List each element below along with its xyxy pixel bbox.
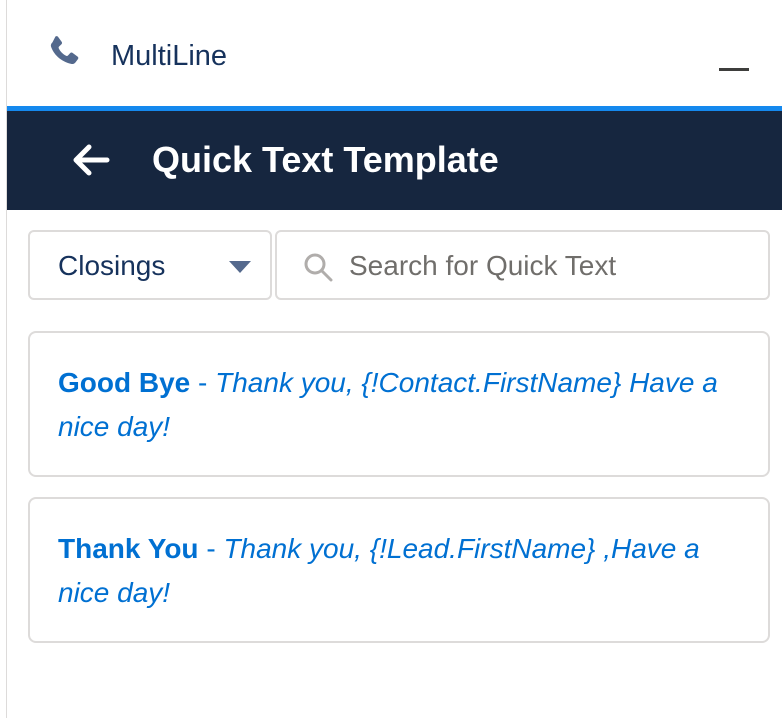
template-card-good-bye[interactable]: Good Bye - Thank you, {!Contact.FirstNam… (28, 331, 770, 477)
quick-text-panel: MultiLine Quick Text Template Closings G… (0, 0, 782, 718)
utility-title: MultiLine (111, 40, 228, 72)
page-header: Quick Text Template (7, 111, 782, 210)
page-title: Quick Text Template (152, 139, 499, 180)
caret-down-icon (229, 261, 251, 273)
search-box (275, 230, 770, 300)
template-separator: - (198, 533, 224, 564)
minimize-button[interactable] (713, 56, 757, 86)
utility-header: MultiLine (7, 0, 782, 106)
phone-icon (50, 36, 79, 65)
search-input[interactable] (349, 242, 759, 290)
category-selected-value: Closings (58, 250, 166, 281)
template-name: Good Bye (58, 367, 191, 398)
minimize-icon (719, 68, 749, 71)
back-button[interactable] (67, 137, 113, 183)
search-icon (304, 253, 333, 282)
template-text: Thank You - Thank you, {!Lead.FirstName}… (58, 527, 738, 615)
template-text: Good Bye - Thank you, {!Contact.FirstNam… (58, 361, 738, 449)
arrow-left-icon (73, 144, 110, 176)
category-dropdown[interactable]: Closings (28, 230, 272, 300)
template-card-thank-you[interactable]: Thank You - Thank you, {!Lead.FirstName}… (28, 497, 770, 643)
template-name: Thank You (58, 533, 199, 564)
template-separator: - (190, 367, 216, 398)
